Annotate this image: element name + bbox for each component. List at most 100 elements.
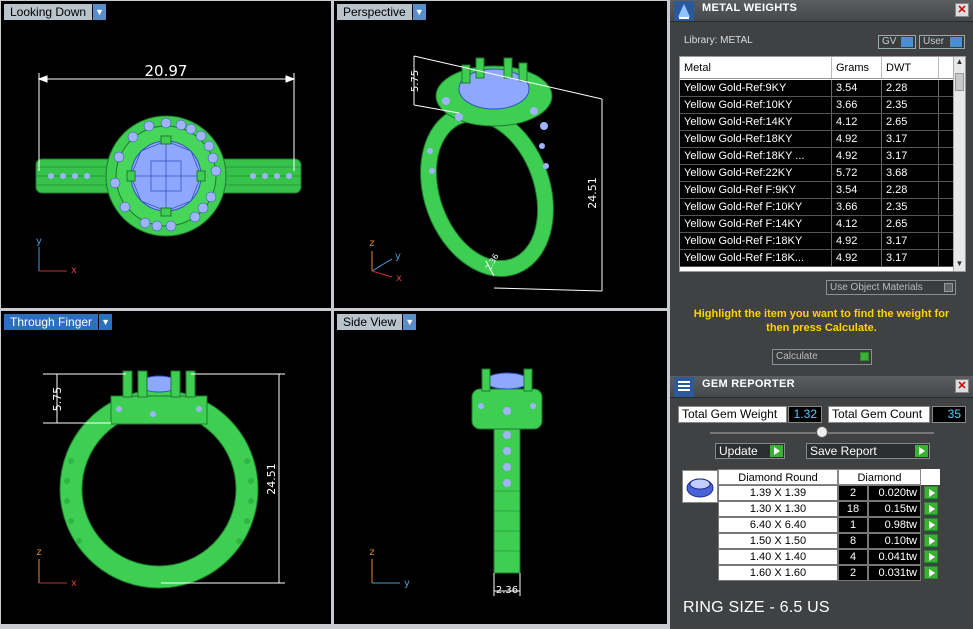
panel-title: GEM REPORTER — [702, 378, 795, 390]
metal-row[interactable]: Yellow Gold-Ref:18KY 4.92 3.17 — [680, 131, 955, 148]
gv-toggle[interactable]: GV — [878, 35, 916, 49]
viewport-label: Looking Down — [4, 4, 93, 20]
gem-row[interactable]: 1.60 X 1.60 2 0.031tw — [718, 565, 940, 581]
metal-row[interactable]: Yellow Gold-Ref F:14KY 4.12 2.65 — [680, 216, 955, 233]
use-object-materials-label: Use Object Materials — [830, 282, 923, 293]
metal-row[interactable]: Yellow Gold-Ref:22KY 5.72 3.68 — [680, 165, 955, 182]
use-object-materials-toggle[interactable]: Use Object Materials — [826, 280, 956, 295]
gem-row-select-button[interactable] — [921, 533, 940, 549]
play-icon — [924, 534, 938, 547]
svg-text:y: y — [404, 578, 410, 589]
gem-row-select-button[interactable] — [921, 485, 940, 501]
play-icon — [924, 550, 938, 563]
scroll-up-icon[interactable]: ▲ — [954, 57, 965, 69]
metal-dwt: 2.28 — [882, 182, 939, 198]
metal-row[interactable]: Yellow Gold-Ref:14KY 4.12 2.65 — [680, 114, 955, 131]
ring-side-view: 2.36 z y — [369, 368, 543, 596]
calculate-button[interactable]: Calculate — [772, 349, 872, 365]
viewport-tab-perspective[interactable]: Perspective ▼ — [337, 4, 426, 20]
metal-grams: 4.12 — [832, 216, 882, 232]
dimension-height: 5.75 — [51, 387, 64, 412]
metal-row[interactable]: Yellow Gold-Ref F:10KY 3.66 2.35 — [680, 199, 955, 216]
gem-count: 1 — [838, 517, 868, 533]
metal-table-header: Metal Grams DWT — [680, 57, 955, 79]
viewport-tab-side-view[interactable]: Side View ▼ — [337, 314, 417, 330]
metal-row[interactable]: Yellow Gold-Ref:18KY ... 4.92 3.17 — [680, 148, 955, 165]
gem-row-select-button[interactable] — [921, 501, 940, 517]
chevron-down-icon[interactable]: ▼ — [93, 4, 107, 20]
metal-row[interactable]: Yellow Gold-Ref F:18KY 4.92 3.17 — [680, 233, 955, 250]
metal-grams: 4.12 — [832, 114, 882, 130]
update-label: Update — [719, 444, 758, 458]
metal-dwt: 3.17 — [882, 148, 939, 164]
metal-dwt: 3.17 — [882, 233, 939, 249]
metal-row[interactable]: Yellow Gold-Ref F:18K... 4.92 3.17 — [680, 250, 955, 267]
gem-row[interactable]: 1.39 X 1.39 2 0.020tw — [718, 485, 940, 501]
gem-reporter-header: GEM REPORTER ✕ — [670, 376, 973, 398]
ring-top-view: 20.97 y x — [35, 62, 302, 276]
axis-indicator: y x — [36, 236, 77, 276]
dimension-width: 20.97 — [145, 62, 188, 80]
checkbox-indicator — [944, 283, 953, 292]
play-icon — [924, 502, 938, 515]
viewport-looking-down[interactable]: 20.97 y x Looking Down ▼ — [1, 1, 331, 308]
ring-perspective-view: 5.75 24.51 2.36 z y x — [369, 55, 603, 292]
metal-dwt: 2.35 — [882, 97, 939, 113]
gem-row[interactable]: 1.30 X 1.30 18 0.15tw — [718, 501, 940, 517]
metal-row[interactable]: Yellow Gold-Ref F:9KY 3.54 2.28 — [680, 182, 955, 199]
viewport-perspective[interactable]: 5.75 24.51 2.36 z y x Perspective ▼ — [334, 1, 667, 308]
metal-dwt: 3.17 — [882, 250, 939, 266]
metal-dwt: 2.35 — [882, 199, 939, 215]
metal-row[interactable]: Yellow Gold-Ref:9KY 3.54 2.28 — [680, 80, 955, 97]
gem-row[interactable]: 1.50 X 1.50 8 0.10tw — [718, 533, 940, 549]
metal-grams: 5.72 — [832, 165, 882, 181]
gem-row-select-button[interactable] — [921, 517, 940, 533]
gem-weight: 0.031tw — [868, 565, 921, 581]
metal-grams: 4.92 — [832, 131, 882, 147]
viewport-through-finger[interactable]: 5.75 24.51 z x Through Finger ▼ — [1, 311, 331, 624]
play-icon — [770, 445, 783, 457]
chevron-down-icon[interactable]: ▼ — [403, 314, 417, 330]
toggle-box — [901, 37, 913, 47]
metal-row[interactable]: Yellow Gold-Ref:10KY 3.66 2.35 — [680, 97, 955, 114]
scroll-down-icon[interactable]: ▼ — [954, 259, 965, 271]
metal-table-scrollbar[interactable]: ▲ ▼ — [953, 57, 965, 271]
gem-table[interactable]: Diamond Round Diamond 1.39 X 1.39 2 0.020t… — [718, 469, 940, 581]
gem-size: 1.39 X 1.39 — [718, 485, 838, 501]
metal-name: Yellow Gold-Ref F:9KY — [680, 182, 832, 198]
close-icon[interactable]: ✕ — [955, 379, 969, 393]
col-dwt[interactable]: DWT — [882, 57, 939, 78]
update-button[interactable]: Update — [715, 443, 785, 459]
axis-indicator: z y x — [369, 238, 402, 284]
viewport-label: Perspective — [337, 4, 412, 20]
metal-dwt: 2.65 — [882, 216, 939, 232]
chevron-down-icon[interactable]: ▼ — [99, 314, 113, 330]
viewport-label: Through Finger — [4, 314, 99, 330]
svg-text:z: z — [369, 238, 374, 249]
chevron-down-icon[interactable]: ▼ — [412, 4, 426, 20]
total-gem-weight-label: Total Gem Weight — [678, 406, 787, 423]
col-metal[interactable]: Metal — [680, 57, 832, 78]
slider-handle[interactable] — [816, 426, 828, 438]
dimension-length: 24.51 — [586, 177, 599, 209]
scale-icon — [674, 1, 694, 21]
metal-table[interactable]: Metal Grams DWT Yellow Gold-Ref:9KY 3.54 2… — [679, 56, 966, 272]
viewport-tab-through-finger[interactable]: Through Finger ▼ — [4, 314, 113, 330]
user-toggle[interactable]: User — [919, 35, 965, 49]
gem-size: 6.40 X 6.40 — [718, 517, 838, 533]
gem-row-select-button[interactable] — [921, 549, 940, 565]
viewport-side-view[interactable]: 2.36 z y Side View ▼ — [334, 311, 667, 624]
metal-name: Yellow Gold-Ref:22KY — [680, 165, 832, 181]
gem-size: 1.40 X 1.40 — [718, 549, 838, 565]
gem-row[interactable]: 1.40 X 1.40 4 0.041tw — [718, 549, 940, 565]
gem-rows: 1.39 X 1.39 2 0.020tw 1.30 X 1.30 18 0.15tw 6.… — [718, 485, 940, 581]
save-report-button[interactable]: Save Report — [806, 443, 930, 459]
col-grams[interactable]: Grams — [832, 57, 882, 78]
metal-name: Yellow Gold-Ref F:10KY — [680, 199, 832, 215]
metal-name: Yellow Gold-Ref:10KY — [680, 97, 832, 113]
scroll-thumb[interactable] — [955, 73, 964, 91]
gem-row-select-button[interactable] — [921, 565, 940, 581]
close-icon[interactable]: ✕ — [955, 3, 969, 17]
gem-row[interactable]: 6.40 X 6.40 1 0.98tw — [718, 517, 940, 533]
viewport-tab-looking-down[interactable]: Looking Down ▼ — [4, 4, 107, 20]
